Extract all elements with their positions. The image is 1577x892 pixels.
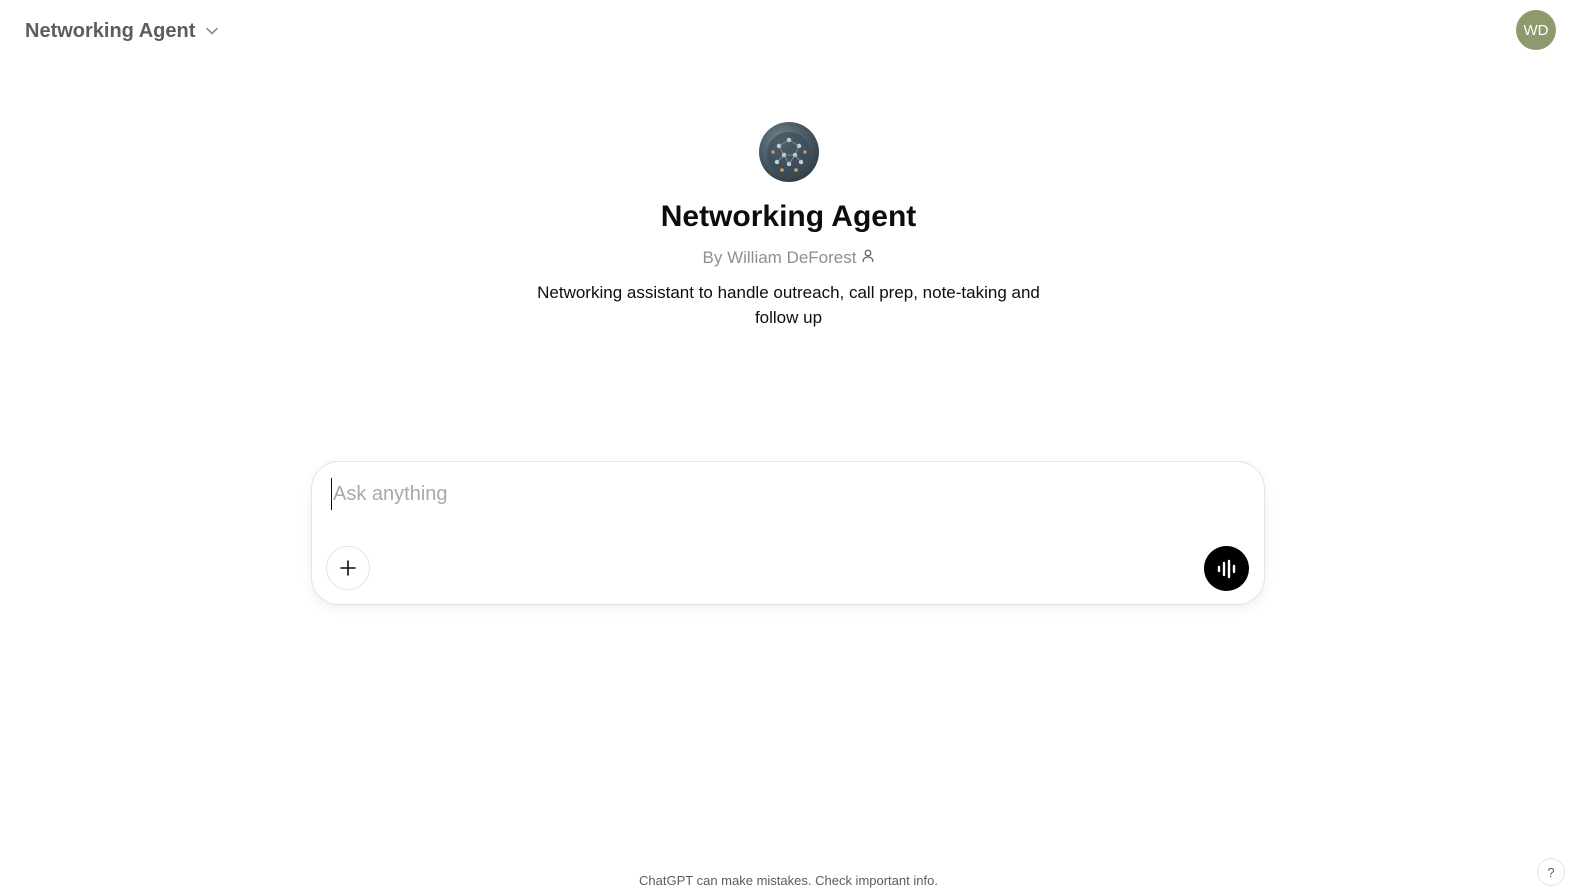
model-switcher[interactable]: Networking Agent — [16, 12, 228, 50]
prompt-input[interactable] — [331, 478, 1235, 510]
model-switcher-label: Networking Agent — [25, 19, 196, 42]
plus-icon — [340, 560, 356, 576]
user-avatar[interactable]: WD — [1516, 10, 1556, 50]
user-initials: WD — [1523, 21, 1549, 39]
gpt-title: Networking Agent — [660, 200, 917, 233]
voice-waveform-icon — [1217, 559, 1235, 578]
help-button[interactable]: ? — [1537, 858, 1565, 886]
person-icon — [862, 248, 875, 268]
gpt-hero: Networking Agent By William DeForest Net… — [0, 122, 1577, 330]
composer — [311, 461, 1265, 605]
gpt-description: Networking assistant to handle outreach,… — [537, 283, 1040, 327]
disclaimer-text: ChatGPT can make mistakes. Check importa… — [639, 873, 938, 888]
page: Networking Agent WD Networking Agent By … — [0, 0, 1577, 892]
chevron-down-icon — [205, 24, 219, 38]
gpt-author-label: By William DeForest — [702, 248, 857, 267]
attach-button[interactable] — [326, 546, 370, 590]
gpt-author: By William DeForest — [703, 248, 875, 268]
voice-mode-button[interactable] — [1204, 546, 1249, 591]
help-label: ? — [1547, 864, 1555, 880]
gpt-avatar-image — [758, 122, 819, 182]
